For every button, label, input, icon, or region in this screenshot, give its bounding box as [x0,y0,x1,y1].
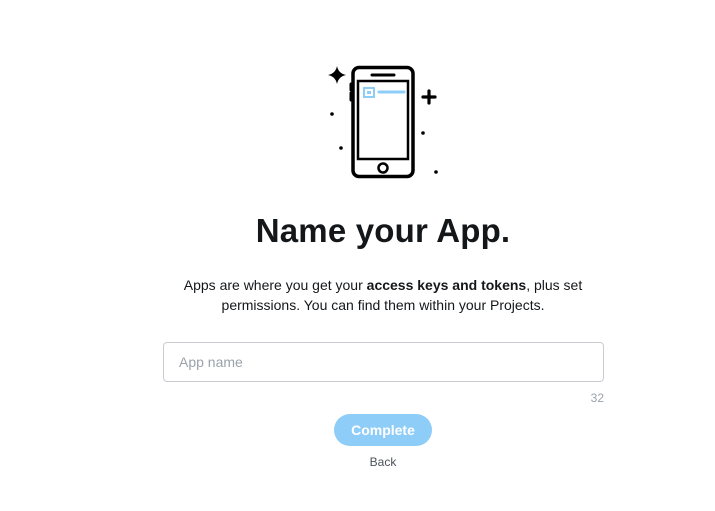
page-title: Name your App. [255,212,511,249]
page-description: Apps are where you get your access keys … [150,275,616,315]
app-name-input[interactable] [163,342,604,382]
home-button [377,162,389,174]
dot-icon [339,146,343,150]
sparkle-icon [328,66,346,84]
mobile-phone-icon [328,65,438,179]
description-text: Apps are where you get your [183,277,367,293]
complete-button[interactable]: Complete [334,414,432,446]
dot-icon [434,170,438,174]
dot-icon [330,112,334,116]
character-counter: 32 [590,391,604,405]
dot-icon [421,131,425,135]
phone-illustration [322,60,444,182]
sparkle-icon [421,89,437,105]
description-emphasis: access keys and tokens [366,277,527,293]
back-link[interactable]: Back [333,455,433,469]
